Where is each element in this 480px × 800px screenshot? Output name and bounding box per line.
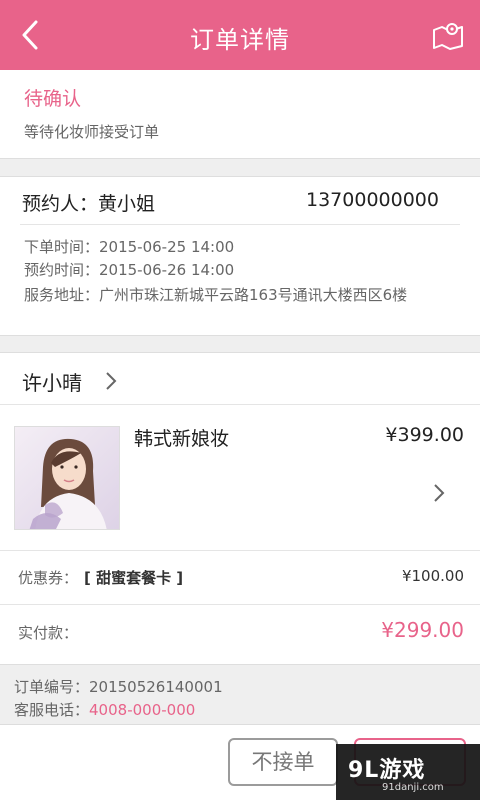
coupon-value: ¥100.00	[401, 567, 464, 585]
product-image[interactable]	[14, 426, 120, 530]
chevron-right-icon	[106, 372, 117, 390]
divider	[0, 335, 480, 336]
paid-value: ¥299.00	[381, 618, 464, 642]
product-name: 韩式新娘妆	[134, 428, 230, 450]
divider	[0, 664, 480, 665]
map-button[interactable]	[432, 20, 464, 50]
divider	[20, 224, 460, 225]
booker-phone[interactable]: 13700000000	[306, 189, 439, 211]
divider	[0, 604, 480, 605]
map-pin-icon	[433, 23, 463, 50]
product-price: ¥399.00	[385, 424, 464, 446]
coupon-label: 优惠券：	[18, 569, 79, 587]
appointment-time: 预约时间：2015-06-26 14:00	[24, 261, 235, 279]
hotline-number[interactable]: 4008-000-000	[89, 701, 195, 719]
order-time: 下单时间：2015-06-25 14:00	[24, 238, 235, 256]
reject-order-button[interactable]: 不接单	[228, 738, 338, 786]
divider	[0, 158, 480, 159]
product-link[interactable]	[432, 483, 446, 503]
paid-label: 实付款：	[18, 624, 79, 642]
booker-name: 预约人：黄小姐	[22, 193, 156, 215]
coupon-name: [ 甜蜜套餐卡 ]	[84, 569, 184, 587]
hotline-label: 客服电话：	[14, 701, 90, 719]
divider	[0, 404, 480, 405]
watermark-text: 9L游戏	[348, 758, 426, 783]
artist-link[interactable]	[104, 371, 118, 391]
bride-portrait-icon	[15, 427, 119, 529]
order-number: 订单编号：20150526140001	[14, 678, 223, 696]
watermark-url: 91danji.com	[382, 782, 444, 793]
order-status-desc: 等待化妆师接受订单	[24, 123, 160, 141]
service-address: 服务地址：广州市珠江新城平云路163号通讯大楼西区6楼	[24, 286, 408, 304]
page-title: 订单详情	[190, 26, 290, 54]
customer-service: 客服电话：4008-000-000	[14, 699, 195, 720]
chevron-right-icon	[434, 484, 445, 502]
divider	[0, 550, 480, 551]
order-status: 待确认	[24, 88, 82, 110]
artist-name[interactable]: 许小晴	[22, 367, 82, 396]
